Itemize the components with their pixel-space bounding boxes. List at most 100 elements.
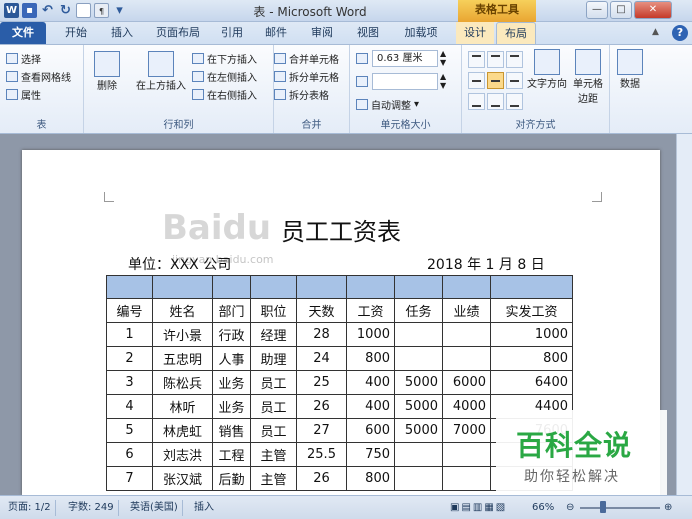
table-cell[interactable]: 6000 bbox=[442, 370, 491, 395]
table-cell[interactable]: 6 bbox=[106, 442, 153, 467]
split-table-button[interactable]: 拆分表格 bbox=[274, 87, 329, 102]
table-cell[interactable]: 4000 bbox=[442, 394, 491, 419]
table-cell[interactable]: 业务 bbox=[212, 394, 251, 419]
view-buttons-icon[interactable]: ▣▤▥▦▧ bbox=[446, 500, 511, 516]
maximize-button[interactable]: □ bbox=[610, 1, 632, 19]
tab-addins[interactable]: 加载项 bbox=[396, 22, 446, 44]
insert-below-button[interactable]: 在下方插入 bbox=[192, 51, 257, 66]
text-direction-button[interactable]: 文字方向 bbox=[526, 49, 568, 90]
table-cell[interactable]: 3 bbox=[106, 370, 153, 395]
insert-left-button[interactable]: 在左侧插入 bbox=[192, 69, 257, 84]
table-cell[interactable]: 26 bbox=[296, 466, 347, 491]
language-indicator[interactable]: 英语(美国) bbox=[126, 500, 183, 516]
table-cell[interactable]: 销售 bbox=[212, 418, 251, 443]
table-cell[interactable]: 主管 bbox=[250, 442, 297, 467]
minimize-button[interactable]: — bbox=[586, 1, 608, 19]
insert-above-button[interactable]: 在上方插入 bbox=[132, 51, 190, 92]
table-cell[interactable]: 业务 bbox=[212, 370, 251, 395]
table-row[interactable]: 3 陈松兵 业务 员工 25 400 5000 6000 6400 bbox=[106, 370, 573, 395]
align-middle-center-icon[interactable] bbox=[487, 72, 504, 89]
table-cell[interactable]: 4 bbox=[106, 394, 153, 419]
align-top-right-icon[interactable] bbox=[506, 51, 523, 68]
table-cell[interactable] bbox=[212, 275, 251, 299]
table-cell[interactable]: 1000 bbox=[346, 322, 395, 347]
table-cell[interactable]: 25 bbox=[296, 370, 347, 395]
word-logo-icon[interactable]: W bbox=[4, 3, 19, 18]
data-button[interactable]: 数据 bbox=[616, 49, 644, 90]
table-cell[interactable] bbox=[442, 466, 491, 491]
table-cell[interactable]: 5000 bbox=[394, 394, 443, 419]
table-row[interactable]: 2 五忠明 人事 助理 24 800 800 bbox=[106, 346, 573, 371]
table-cell[interactable]: 5 bbox=[106, 418, 153, 443]
minimize-ribbon-icon[interactable]: ▲ bbox=[652, 27, 659, 37]
table-cell[interactable]: 7000 bbox=[442, 418, 491, 443]
table-cell[interactable] bbox=[346, 275, 395, 299]
table-cell[interactable]: 1000 bbox=[490, 322, 573, 347]
table-cell[interactable]: 6400 bbox=[490, 370, 573, 395]
table-cell[interactable] bbox=[442, 442, 491, 467]
table-cell[interactable] bbox=[442, 322, 491, 347]
table-cell[interactable]: 400 bbox=[346, 370, 395, 395]
view-gridlines-button[interactable]: 查看网格线 bbox=[6, 69, 71, 84]
align-bottom-left-icon[interactable] bbox=[468, 93, 485, 110]
table-cell[interactable] bbox=[490, 275, 573, 299]
table-cell[interactable] bbox=[106, 275, 153, 299]
close-button[interactable]: ✕ bbox=[634, 1, 672, 19]
table-cell[interactable]: 员工 bbox=[250, 394, 297, 419]
header-cell[interactable]: 天数 bbox=[296, 298, 347, 323]
tab-layout[interactable]: 布局 bbox=[496, 22, 536, 45]
tab-design[interactable]: 设计 bbox=[456, 22, 494, 44]
table-cell[interactable]: 26 bbox=[296, 394, 347, 419]
table-cell[interactable]: 5000 bbox=[394, 370, 443, 395]
header-cell[interactable]: 部门 bbox=[212, 298, 251, 323]
properties-button[interactable]: 属性 bbox=[6, 87, 41, 102]
cell-margins-button[interactable]: 单元格 边距 bbox=[570, 49, 606, 105]
tab-insert[interactable]: 插入 bbox=[102, 22, 142, 44]
undo-icon[interactable]: ↶ bbox=[40, 3, 55, 18]
table-cell[interactable] bbox=[152, 275, 213, 299]
table-cell[interactable] bbox=[250, 275, 297, 299]
align-bottom-center-icon[interactable] bbox=[487, 93, 504, 110]
header-cell[interactable]: 任务 bbox=[394, 298, 443, 323]
vertical-scrollbar[interactable] bbox=[676, 134, 692, 495]
row-height-spinner-icon[interactable]: ▲ ▼ bbox=[440, 49, 446, 67]
table-row[interactable]: 1 许小景 行政 经理 28 1000 1000 bbox=[106, 322, 573, 347]
table-cell[interactable]: 5000 bbox=[394, 418, 443, 443]
align-bottom-right-icon[interactable] bbox=[506, 93, 523, 110]
align-top-center-icon[interactable] bbox=[487, 51, 504, 68]
delete-button[interactable]: 删除 bbox=[92, 51, 122, 92]
table-cell[interactable]: 800 bbox=[490, 346, 573, 371]
word-count[interactable]: 字数: 249 bbox=[64, 500, 119, 516]
table-cell[interactable]: 许小景 bbox=[152, 322, 213, 347]
table-cell[interactable]: 800 bbox=[346, 466, 395, 491]
table-cell[interactable]: 24 bbox=[296, 346, 347, 371]
zoom-slider-thumb[interactable] bbox=[600, 501, 606, 513]
zoom-slider[interactable] bbox=[580, 507, 660, 509]
table-cell[interactable]: 2 bbox=[106, 346, 153, 371]
table-cell[interactable]: 陈松兵 bbox=[152, 370, 213, 395]
select-button[interactable]: 选择 bbox=[6, 51, 41, 66]
zoom-out-icon[interactable]: ⊖ bbox=[562, 500, 578, 516]
zoom-level[interactable]: 66% bbox=[528, 500, 558, 516]
table-cell[interactable]: 28 bbox=[296, 322, 347, 347]
column-width-spinner-icon[interactable]: ▲ ▼ bbox=[440, 72, 446, 90]
format-painter-icon[interactable]: ¶ bbox=[94, 3, 109, 18]
header-cell[interactable]: 业绩 bbox=[442, 298, 491, 323]
table-cell[interactable]: 750 bbox=[346, 442, 395, 467]
new-document-icon[interactable] bbox=[76, 3, 91, 18]
align-top-left-icon[interactable] bbox=[468, 51, 485, 68]
tab-file[interactable]: 文件 bbox=[0, 22, 46, 44]
table-cell[interactable]: 人事 bbox=[212, 346, 251, 371]
table-cell[interactable]: 7 bbox=[106, 466, 153, 491]
table-cell[interactable]: 1 bbox=[106, 322, 153, 347]
table-cell[interactable]: 张汉斌 bbox=[152, 466, 213, 491]
table-cell[interactable]: 600 bbox=[346, 418, 395, 443]
merge-cells-button[interactable]: 合并单元格 bbox=[274, 51, 339, 66]
table-cell[interactable]: 员工 bbox=[250, 370, 297, 395]
column-width-input[interactable] bbox=[372, 73, 438, 90]
save-icon[interactable]: ▪ bbox=[22, 3, 37, 18]
table-cell[interactable]: 主管 bbox=[250, 466, 297, 491]
table-header-row[interactable]: 编号 姓名 部门 职位 天数 工资 任务 业绩 实发工资 bbox=[106, 298, 573, 323]
tab-references[interactable]: 引用 bbox=[214, 22, 250, 44]
table-cell[interactable]: 行政 bbox=[212, 322, 251, 347]
